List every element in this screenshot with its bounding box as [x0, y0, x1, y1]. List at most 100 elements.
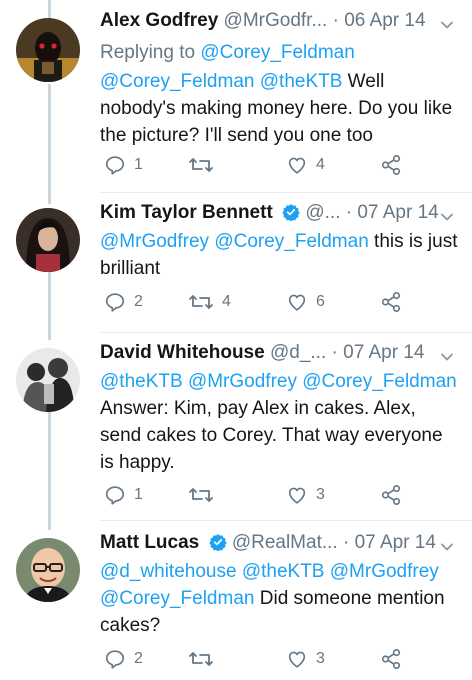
share-button[interactable] [380, 646, 402, 672]
share-button[interactable] [380, 289, 402, 315]
tweet-body: Kim Taylor Bennett @... · 07 Apr 14 @MrG… [100, 200, 460, 282]
reply-count: 2 [134, 650, 143, 667]
reply-icon [104, 648, 126, 670]
retweet-button[interactable] [188, 152, 222, 178]
author-handle[interactable]: @... [305, 202, 340, 223]
reply-button[interactable]: 1 [104, 152, 143, 178]
retweet-button[interactable] [188, 482, 222, 508]
like-count: 4 [316, 156, 325, 173]
reply-count: 1 [134, 486, 143, 503]
tweet[interactable]: Kim Taylor Bennett @... · 07 Apr 14 @MrG… [0, 200, 472, 330]
tweet-header: Matt Lucas @RealMat... · 07 Apr 14 [100, 530, 460, 556]
share-button[interactable] [380, 482, 402, 508]
author-handle[interactable]: @d_... [270, 342, 326, 363]
mention-link[interactable]: @MrGodfrey [330, 561, 439, 582]
avatar[interactable] [16, 18, 80, 82]
mention-link[interactable]: @d_whitehouse [100, 561, 237, 582]
reply-count: 1 [134, 156, 143, 173]
tweet-actions: 1 3 [100, 482, 420, 508]
tweet-text: @MrGodfrey @Corey_Feldman this is just b… [100, 228, 460, 282]
avatar[interactable] [16, 538, 80, 602]
tweet-actions: 2 4 6 [100, 289, 420, 315]
mention-link[interactable]: @MrGodfrey [188, 371, 297, 392]
mention-link[interactable]: @Corey_Feldman [100, 588, 254, 609]
author-name[interactable]: Alex Godfrey [100, 10, 218, 31]
tweet-header: Kim Taylor Bennett @... · 07 Apr 14 [100, 200, 460, 226]
heart-icon [286, 648, 308, 670]
tweet-actions: 2 3 [100, 646, 420, 672]
replying-to-mention[interactable]: @Corey_Feldman [200, 42, 354, 63]
tweet-date[interactable]: 06 Apr 14 [344, 10, 425, 31]
tweet-date[interactable]: 07 Apr 14 [357, 202, 438, 223]
share-icon [380, 291, 402, 313]
tweet-text: @theKTB @MrGodfrey @Corey_Feldman Answer… [100, 368, 460, 476]
like-button[interactable]: 3 [286, 646, 325, 672]
retweet-button[interactable]: 4 [188, 289, 231, 315]
retweet-button[interactable] [188, 646, 222, 672]
verified-badge-icon [208, 533, 227, 559]
author-handle[interactable]: @RealMat... [232, 532, 338, 553]
author-name[interactable]: David Whitehouse [100, 342, 265, 363]
avatar[interactable] [16, 208, 80, 272]
mention-link[interactable]: @theKTB [100, 371, 183, 392]
avatar[interactable] [16, 348, 80, 412]
author-name[interactable]: Kim Taylor Bennett [100, 202, 273, 223]
reply-count: 2 [134, 293, 143, 310]
like-count: 6 [316, 293, 325, 310]
tweet-text: @Corey_Feldman @theKTB Well nobody's mak… [100, 68, 460, 149]
reply-icon [104, 484, 126, 506]
heart-icon [286, 291, 308, 313]
reply-icon [104, 154, 126, 176]
mention-link[interactable]: @theKTB [260, 71, 343, 92]
tweet-separator: · [342, 532, 350, 553]
retweet-count: 4 [222, 293, 231, 310]
tweet[interactable]: Alex Godfrey @MrGodfr... · 06 Apr 14 Rep… [0, 8, 472, 188]
share-icon [380, 154, 402, 176]
tweet-divider [100, 192, 472, 193]
tweet-date[interactable]: 07 Apr 14 [355, 532, 436, 553]
retweet-icon [188, 154, 214, 176]
replying-to: Replying to @Corey_Feldman [100, 40, 460, 66]
like-button[interactable]: 6 [286, 289, 325, 315]
like-count: 3 [316, 650, 325, 667]
reply-button[interactable]: 2 [104, 646, 143, 672]
tweet[interactable]: Matt Lucas @RealMat... · 07 Apr 14 @d_wh… [0, 530, 472, 680]
tweet-date[interactable]: 07 Apr 14 [343, 342, 424, 363]
tweet-body: David Whitehouse @d_... · 07 Apr 14 @the… [100, 340, 460, 476]
share-button[interactable] [380, 152, 402, 178]
reply-button[interactable]: 2 [104, 289, 143, 315]
mention-link[interactable]: @theKTB [242, 561, 325, 582]
tweet-header: David Whitehouse @d_... · 07 Apr 14 [100, 340, 460, 366]
tweet-header: Alex Godfrey @MrGodfr... · 06 Apr 14 [100, 8, 460, 34]
author-name[interactable]: Matt Lucas [100, 532, 199, 553]
like-button[interactable]: 3 [286, 482, 325, 508]
tweet-divider [100, 520, 472, 521]
chevron-down-icon[interactable] [440, 346, 454, 372]
tweet-text: @d_whitehouse @theKTB @MrGodfrey @Corey_… [100, 558, 460, 639]
share-icon [380, 648, 402, 670]
replying-to-label: Replying to [100, 42, 196, 63]
tweet-body: Alex Godfrey @MrGodfr... · 06 Apr 14 Rep… [100, 8, 460, 149]
reply-button[interactable]: 1 [104, 482, 143, 508]
text-span: Answer: Kim, pay Alex in cakes. Alex, se… [100, 398, 443, 473]
chevron-down-icon[interactable] [440, 536, 454, 562]
chevron-down-icon[interactable] [440, 14, 454, 40]
author-handle[interactable]: @MrGodfr... [224, 10, 328, 31]
mention-link[interactable]: @Corey_Feldman [214, 231, 368, 252]
tweet-separator: · [331, 342, 338, 363]
mention-link[interactable]: @Corey_Feldman [100, 71, 254, 92]
mention-link[interactable]: @Corey_Feldman [302, 371, 456, 392]
like-count: 3 [316, 486, 325, 503]
chevron-down-icon[interactable] [440, 206, 454, 232]
retweet-icon [188, 484, 214, 506]
tweet-separator: · [332, 10, 339, 31]
heart-icon [286, 154, 308, 176]
heart-icon [286, 484, 308, 506]
tweet[interactable]: David Whitehouse @d_... · 07 Apr 14 @the… [0, 340, 472, 516]
mention-link[interactable]: @MrGodfrey [100, 231, 209, 252]
retweet-icon [188, 648, 214, 670]
reply-icon [104, 291, 126, 313]
tweet-divider [100, 332, 472, 333]
like-button[interactable]: 4 [286, 152, 325, 178]
retweet-icon [188, 291, 214, 313]
